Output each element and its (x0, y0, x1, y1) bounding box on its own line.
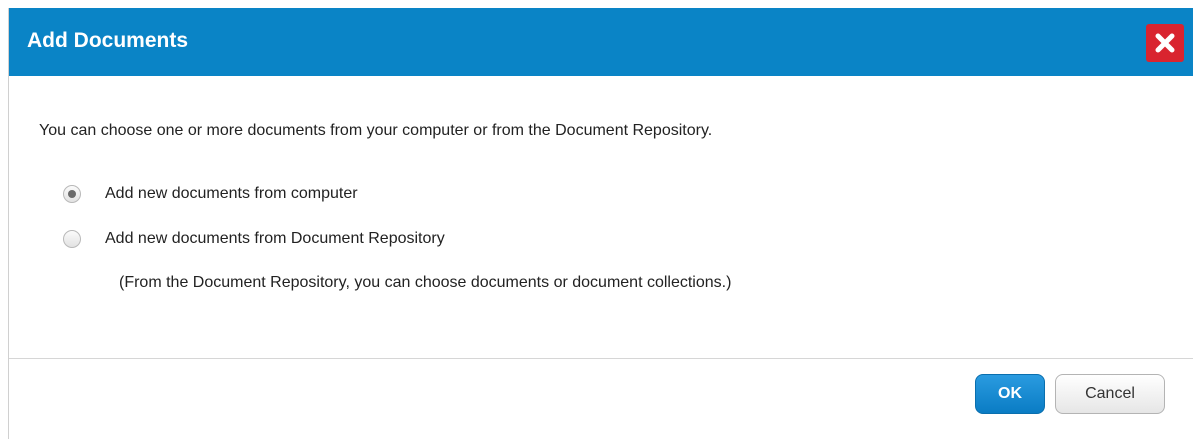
dialog-description: You can choose one or more documents fro… (39, 122, 713, 139)
radio-from-repository[interactable] (63, 230, 81, 248)
option-from-repository-label[interactable]: Add new documents from Document Reposito… (105, 230, 445, 248)
dialog-title: Add Documents (27, 29, 189, 52)
option-from-computer-label[interactable]: Add new documents from computer (105, 185, 358, 203)
ok-button[interactable]: OK (975, 374, 1045, 414)
close-icon (1155, 33, 1175, 53)
add-documents-dialog: Add Documents You can choose one or more… (8, 8, 1193, 439)
radio-from-computer[interactable] (63, 185, 81, 203)
option-from-repository[interactable]: Add new documents from Document Reposito… (63, 227, 445, 251)
repository-note: (From the Document Repository, you can c… (119, 274, 732, 291)
footer-divider (9, 358, 1193, 359)
close-button[interactable] (1146, 24, 1184, 62)
option-from-computer[interactable]: Add new documents from computer (63, 182, 358, 206)
cancel-button[interactable]: Cancel (1055, 374, 1165, 414)
dialog-titlebar: Add Documents (9, 8, 1193, 76)
